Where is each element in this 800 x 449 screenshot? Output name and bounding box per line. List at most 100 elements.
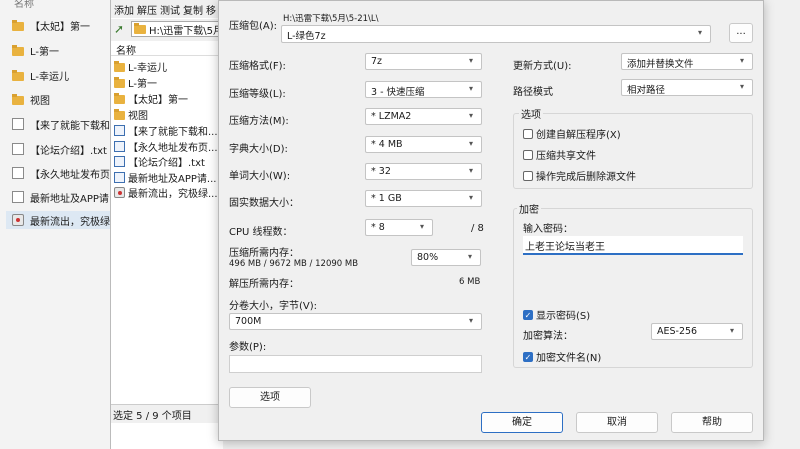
column-header-name[interactable]: 名称	[111, 42, 223, 57]
file-list-item[interactable]: 最新流出，究极绿...	[114, 184, 222, 200]
create-sfx-label: 创建自解压程序(X)	[536, 130, 621, 141]
update-mode-select[interactable]: 添加并替换文件 ▾	[621, 53, 753, 70]
file-list-item[interactable]: 最新地址及APP请...	[114, 169, 222, 185]
volume-size-label: 分卷大小，字节(V):	[229, 301, 318, 312]
menu-copy[interactable]: 复制	[183, 2, 203, 17]
menu-bar: 添加 解压 测试 复制 移	[111, 0, 223, 18]
item-label: 最新流出，究极绿	[30, 216, 110, 228]
file-list-item[interactable]: 【太妃】第一	[114, 90, 222, 106]
address-text: H:\迅雷下载\5月	[149, 25, 223, 37]
item-label: 【永久地址发布页...	[128, 142, 218, 154]
method-value: * LZMA2	[371, 111, 412, 122]
password-input[interactable]: 上老王论坛当老王	[523, 236, 743, 255]
explorer-item-selected[interactable]: 最新流出，究极绿	[6, 211, 122, 229]
level-value: 3 - 快速压缩	[371, 87, 425, 98]
shared-files-checkbox[interactable]: 压缩共享文件	[523, 147, 596, 162]
parameters-label: 参数(P):	[229, 342, 267, 353]
chevron-down-icon[interactable]: ▾	[698, 28, 707, 38]
level-select[interactable]: 3 - 快速压缩 ▾	[365, 81, 482, 98]
encryption-method-select[interactable]: AES-256 ▾	[651, 323, 743, 340]
delete-after-checkbox[interactable]: 操作完成后删除源文件	[523, 168, 636, 183]
explorer-item[interactable]: L-第一	[12, 41, 59, 59]
menu-add[interactable]: 添加	[114, 2, 134, 17]
word-size-value: * 32	[371, 166, 391, 177]
path-mode-select[interactable]: 相对路径 ▾	[621, 79, 753, 96]
item-label: L-幸运儿	[128, 62, 168, 74]
options-button[interactable]: 选项	[229, 387, 311, 408]
cancel-button[interactable]: 取消	[576, 412, 658, 433]
item-label: 【论坛介绍】.txt	[128, 157, 205, 169]
file-list-item[interactable]: 【来了就能下载和...	[114, 122, 222, 138]
method-select[interactable]: * LZMA2 ▾	[365, 108, 482, 125]
memory-detail: 496 MB / 9672 MB / 12090 MB	[229, 259, 359, 269]
folder-icon	[12, 69, 24, 81]
address-box[interactable]: H:\迅雷下载\5月	[131, 21, 223, 37]
item-label: 视图	[30, 95, 50, 107]
document-icon	[12, 118, 24, 130]
format-select[interactable]: 7z ▾	[365, 53, 482, 70]
browse-button[interactable]: ...	[729, 23, 753, 43]
status-bar: 选定 5 / 9 个项目	[111, 404, 225, 423]
item-label: 最新地址及APP请...	[128, 173, 217, 185]
explorer-item[interactable]: 【论坛介绍】.txt	[12, 140, 107, 158]
format-value: 7z	[371, 56, 383, 67]
cpu-threads-label: CPU 线程数：	[229, 227, 293, 238]
explorer-item[interactable]: 视图	[12, 90, 50, 108]
folder-icon	[114, 60, 125, 72]
menu-extract[interactable]: 解压	[137, 2, 157, 17]
file-list-item[interactable]: L-第一	[114, 74, 222, 90]
file-list-item[interactable]: 视图	[114, 106, 222, 122]
archive-label: 压缩包(A):	[229, 21, 278, 32]
explorer-item[interactable]: 【来了就能下载和	[12, 115, 110, 133]
document-icon	[12, 167, 24, 179]
chevron-down-icon: ▾	[730, 326, 735, 335]
help-button[interactable]: 帮助	[671, 412, 753, 433]
file-list-item[interactable]: L-幸运儿	[114, 58, 222, 74]
cpu-threads-select[interactable]: * 8 ▾	[365, 219, 433, 236]
solid-size-select[interactable]: * 1 GB ▾	[365, 190, 482, 207]
file-list-item[interactable]: 【永久地址发布页...	[114, 138, 222, 154]
explorer-item[interactable]: 【永久地址发布页】	[12, 164, 120, 182]
chevron-down-icon: ▾	[468, 252, 473, 261]
word-size-select[interactable]: * 32 ▾	[365, 163, 482, 180]
memory-percent-value: 80%	[417, 252, 439, 263]
explorer-column-header[interactable]: 名称	[14, 0, 34, 10]
method-label: 压缩方法(M):	[229, 116, 289, 127]
menu-move[interactable]: 移	[206, 2, 216, 17]
archive-name-value: L-绿色7z	[287, 31, 326, 42]
ok-button[interactable]: 确定	[481, 412, 563, 433]
item-label: 最新流出，究极绿...	[128, 188, 218, 200]
volume-size-combo[interactable]: 700M ▾	[229, 313, 482, 330]
show-password-checkbox[interactable]: ✓ 显示密码(S)	[523, 307, 590, 322]
chevron-down-icon: ▾	[469, 316, 474, 325]
create-sfx-checkbox[interactable]: 创建自解压程序(X)	[523, 126, 621, 141]
explorer-item[interactable]: L-幸运儿	[12, 66, 69, 84]
chevron-down-icon: ▾	[420, 222, 425, 231]
explorer-item[interactable]: 最新地址及APP请	[12, 188, 109, 206]
explorer-pane: 名称 【太妃】第一 L-第一 L-幸运儿 视图 【来了就能下载和 【论坛介绍】.…	[0, 0, 122, 449]
document-icon	[114, 140, 125, 152]
encrypt-names-checkbox[interactable]: ✓ 加密文件名(N)	[523, 349, 601, 364]
address-toolbar: ➚ H:\迅雷下载\5月	[111, 19, 223, 41]
encrypt-names-label: 加密文件名(N)	[536, 353, 602, 364]
dictionary-select[interactable]: * 4 MB ▾	[365, 136, 482, 153]
options-group-title: 选项	[519, 106, 543, 121]
chevron-down-icon: ▾	[740, 56, 745, 65]
up-folder-icon[interactable]: ➚	[114, 22, 128, 36]
add-to-archive-dialog: 压缩包(A): H:\迅雷下载\5月\5-21\L\ L-绿色7z ▾ ... …	[218, 0, 764, 441]
memory-percent-select[interactable]: 80% ▾	[411, 249, 481, 266]
update-mode-value: 添加并替换文件	[627, 59, 694, 70]
file-list-item[interactable]: 【论坛介绍】.txt	[114, 153, 222, 169]
level-label: 压缩等级(L):	[229, 89, 286, 100]
cpu-threads-max: / 8	[471, 223, 484, 234]
parameters-input[interactable]	[229, 355, 482, 373]
chevron-down-icon: ▾	[469, 166, 474, 175]
chevron-down-icon: ▾	[469, 84, 474, 93]
document-icon	[114, 155, 125, 167]
item-label: 【论坛介绍】.txt	[30, 145, 107, 157]
menu-test[interactable]: 测试	[160, 2, 180, 17]
update-mode-label: 更新方式(U):	[513, 61, 572, 72]
archive-name-combo[interactable]: L-绿色7z ▾	[281, 25, 711, 43]
folder-icon	[134, 22, 146, 34]
explorer-item[interactable]: 【太妃】第一	[12, 16, 90, 34]
